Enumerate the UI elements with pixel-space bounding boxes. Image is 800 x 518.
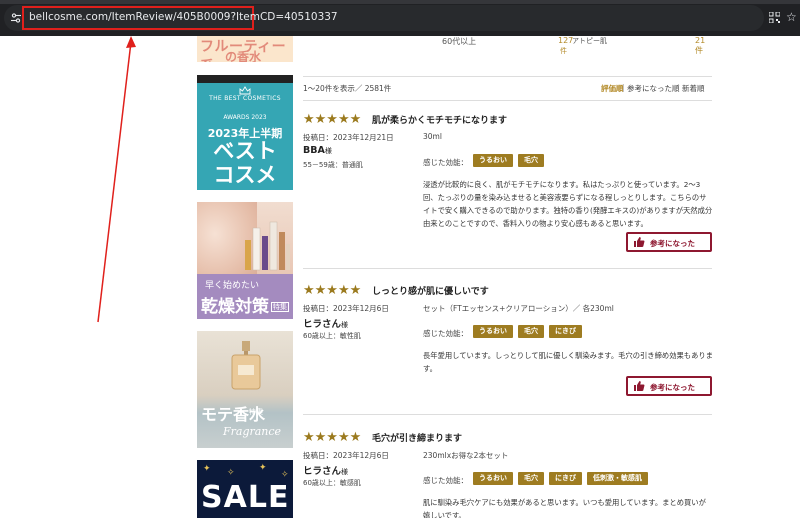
banner-awards-line2: AWARDS 2023: [223, 114, 267, 121]
rating-summary-row: 60代以上 127 件 アトピー肌 21件: [300, 36, 712, 55]
effect-tag: にきび: [549, 325, 582, 338]
summary-count1-unit: 件: [560, 47, 567, 55]
thumbs-up-icon: [634, 237, 645, 247]
crown-icon: [239, 86, 251, 95]
banner-awards-line4-text: ベスト: [213, 139, 277, 163]
reviewer-honorific: 様: [324, 147, 332, 155]
rating-stars: ★★★★★: [303, 283, 362, 298]
banner-sale[interactable]: ✦ ✧ ✦ ✧ SALE: [197, 460, 293, 518]
effect-label: 感じた効能：: [423, 476, 468, 485]
banner-dry-line2-text: 乾燥対策: [201, 297, 269, 317]
helpful-button-label: 参考になった: [650, 383, 695, 392]
sparkle-icon: ✧: [227, 468, 235, 478]
summary-age: 60代以上: [442, 37, 477, 46]
effect-tag: うるおい: [473, 154, 513, 167]
reviewer-name: ヒラさん様: [303, 463, 348, 477]
banner-perfume-line2: 特集: [249, 408, 263, 416]
bookmark-star-icon[interactable]: ☆: [786, 10, 797, 24]
sparkle-icon: ✦: [259, 463, 267, 473]
result-count: 1〜20件を表示／ 2581件: [303, 84, 392, 93]
banner-perfume-line3: Fragrance: [223, 425, 282, 438]
banner-dry-line2: 乾燥対策 特集: [201, 292, 289, 317]
banner-fruity-perfume[interactable]: フルーティー系 の香水: [197, 36, 293, 62]
review-title: 肌が柔らかくモチモチになります: [372, 116, 508, 126]
banner-dry-line1: 早く始めたい: [205, 281, 260, 291]
perfume-bottle-image: [231, 341, 261, 390]
reviewer-attributes: 60歳以上：敏性肌: [303, 332, 361, 340]
reviewer-name-text: ヒラさん: [303, 319, 342, 330]
review-title: しっとり感が肌に優しいです: [372, 287, 489, 297]
divider: [303, 414, 712, 415]
sort-separator: |: [677, 83, 680, 92]
helpful-button[interactable]: 参考になった: [626, 376, 712, 396]
review-item: ★★★★★ しっとり感が肌に優しいです 投稿日：2023年12月6日 ヒラさん様…: [303, 283, 713, 403]
review-title: 毛穴が引き締まります: [372, 434, 463, 444]
effect-tags: うるおい 毛穴: [473, 154, 544, 167]
cosmetic-bottles-image: [245, 221, 290, 271]
thumbs-up-icon: [634, 381, 645, 391]
banner-awards-top-strip: [197, 75, 293, 83]
effect-tags: うるおい 毛穴 にきび 低刺激・敏感肌: [473, 472, 648, 485]
sort-separator: |: [622, 83, 625, 92]
review-item: ★★★★★ 毛穴が引き締まります 投稿日：2023年12月6日 ヒラさん様 60…: [303, 430, 712, 518]
effect-tag: 低刺激・敏感肌: [587, 472, 648, 485]
banner-dryness-care[interactable]: 早く始めたい 乾燥対策 特集: [197, 202, 293, 319]
rating-stars: ★★★★★: [303, 430, 362, 445]
summary-skin: アトピー肌: [572, 37, 607, 45]
reviewer-name-text: ヒラさん: [303, 466, 342, 477]
browser-toolbar: bellcosme.com/ItemReview/405B0009?ItemCD…: [0, 0, 800, 36]
effect-label: 感じた効能：: [423, 329, 468, 338]
banner-awards-line1: THE BEST COSMETICS: [209, 95, 281, 102]
divider: [303, 268, 712, 269]
sparkle-icon: ✦: [203, 464, 211, 474]
reviewer-attributes: 55－59歳：普通肌: [303, 161, 363, 169]
sort-rating[interactable]: 評価順: [601, 83, 624, 94]
reviewer-name-text: BBA: [303, 145, 325, 156]
review-body: 長年愛用しています。しっとりして肌に優しく馴染みます。毛穴の引き締め効果もありま…: [423, 351, 713, 373]
effect-tag: 毛穴: [518, 154, 544, 167]
banner-sale-text: SALE: [201, 480, 290, 515]
review-date: 投稿日：2023年12月6日: [303, 451, 389, 460]
reviewer-attributes: 60歳以上：敏感肌: [303, 479, 361, 487]
sort-helpful[interactable]: 参考になった順: [627, 83, 680, 94]
tab-strip: [0, 0, 800, 4]
review-date: 投稿日：2023年12月21日: [303, 133, 394, 142]
effect-tag: 毛穴: [518, 325, 544, 338]
site-settings-icon[interactable]: [10, 12, 22, 24]
review-item: ★★★★★ 肌が柔らかくモチモチになります 投稿日：2023年12月21日 BB…: [303, 112, 712, 262]
rating-stars: ★★★★★: [303, 112, 362, 127]
helpful-button-label: 参考になった: [650, 239, 695, 248]
banner-awards-line5-text: コスメ: [213, 163, 277, 187]
review-body: 肌に馴染み毛穴ケアにも効果があると思います。いつも愛用しています。まとめ買いが嬉…: [423, 498, 706, 518]
review-product: セット（FTエッセンス+クリアローション）／ 各230ml: [423, 304, 614, 313]
effect-tag: うるおい: [473, 325, 513, 338]
divider: [303, 76, 712, 77]
effect-tags: うるおい 毛穴 にきび: [473, 325, 582, 338]
review-product: 30ml: [423, 132, 442, 141]
review-date: 投稿日：2023年12月6日: [303, 304, 389, 313]
effect-tag: にきび: [549, 472, 582, 485]
sparkle-icon: ✧: [281, 470, 289, 480]
review-body: 浸透が比較的に良く、肌がモチモチになります。私はたっぷりと使っています。2〜3回…: [423, 180, 713, 228]
reviewer-honorific: 様: [341, 468, 349, 476]
sort-newest[interactable]: 新着順: [682, 83, 705, 94]
divider: [303, 100, 712, 101]
banner-fruity-line2: の香水: [225, 50, 262, 62]
review-product: 230mlxお得な2本セット: [423, 451, 509, 460]
effect-tag: うるおい: [473, 472, 513, 485]
summary-count1[interactable]: 127: [558, 36, 573, 45]
reviewer-name: ヒラさん様: [303, 316, 348, 330]
banner-perfume-feature[interactable]: モテ香水 特集 Fragrance: [197, 331, 293, 448]
reviewer-honorific: 様: [341, 321, 349, 329]
banner-awards-line4: ベスト コスメ: [197, 139, 293, 187]
summary-count2[interactable]: 21件: [695, 36, 712, 56]
helpful-button[interactable]: 参考になった: [626, 232, 712, 252]
banner-dry-badge: 特集: [271, 302, 289, 312]
reviewer-name: BBA様: [303, 145, 332, 156]
effect-label: 感じた効能：: [423, 158, 468, 167]
url-text[interactable]: bellcosme.com/ItemReview/405B0009?ItemCD…: [29, 11, 338, 23]
banner-best-cosme[interactable]: THE BEST COSMETICS AWARDS 2023 2023年上半期 …: [197, 75, 293, 190]
qr-code-icon[interactable]: [769, 12, 780, 23]
effect-tag: 毛穴: [518, 472, 544, 485]
